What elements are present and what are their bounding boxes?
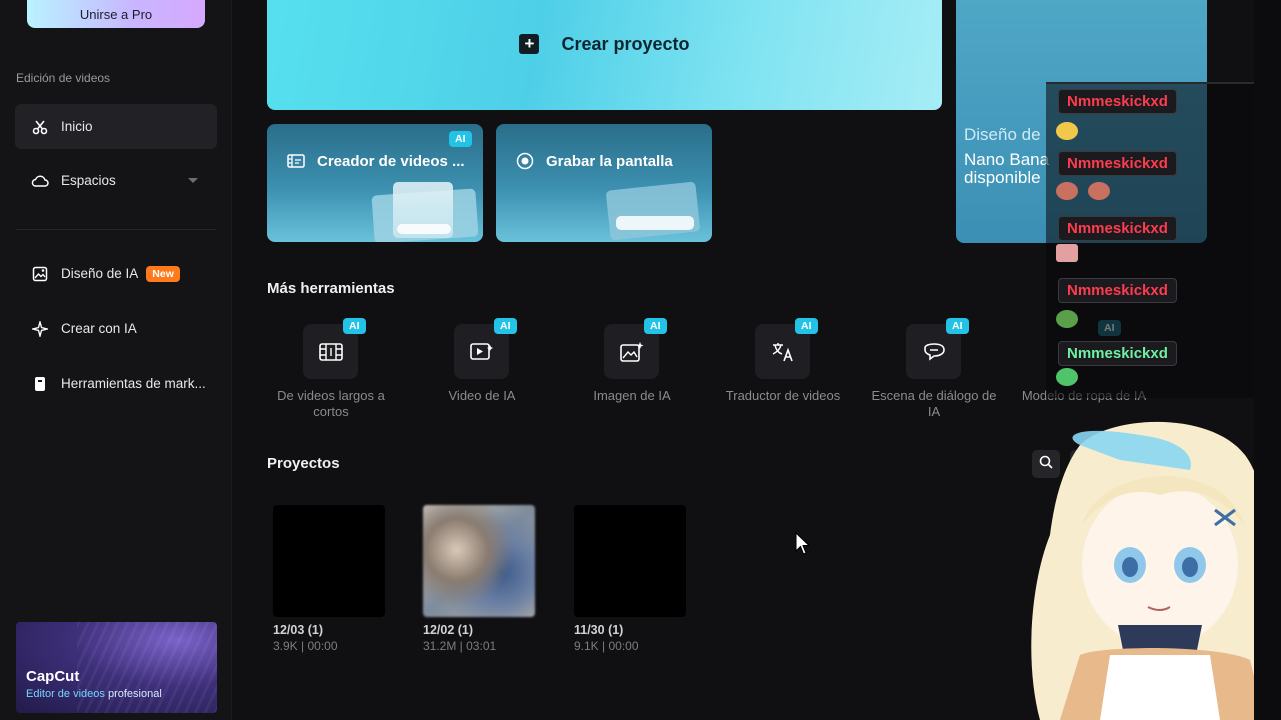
chat-divider — [1046, 82, 1254, 84]
chat-username: Nmmeskickxd — [1058, 89, 1177, 114]
ai-badge: AI — [946, 318, 969, 334]
project-item[interactable]: 12/03 (1) 3.9K | 00:00 — [273, 505, 385, 653]
project-item[interactable]: 11/30 (1) 9.1K | 00:00 — [574, 505, 686, 653]
project-meta: 31.2M | 03:01 — [423, 639, 497, 653]
sidebar-section-label: Edición de videos — [16, 71, 111, 85]
app-root: Unirse a Pro Edición de videos Inicio Es… — [0, 0, 1281, 720]
chat-username: Nmmeskickxd — [1058, 341, 1177, 366]
sidebar-item-diseno-ia[interactable]: Diseño de IA New — [15, 251, 217, 296]
chat-message: Nmmeskickxd — [1058, 341, 1177, 366]
emote-icon — [1056, 182, 1078, 200]
sidebar-item-label: Crear con IA — [61, 321, 137, 336]
promo-subtitle: Editor de videos profesional — [26, 688, 162, 700]
project-thumbnail — [423, 505, 535, 617]
project-thumbnail — [574, 505, 686, 617]
emote-icon — [1056, 244, 1078, 262]
card-title: Creador de videos ... — [287, 152, 465, 170]
film-text-icon — [287, 152, 305, 170]
tool-label: Escena de diálogo de IA — [871, 388, 997, 419]
project-name: 11/30 (1) — [574, 623, 624, 637]
chat-username: Nmmeskickxd — [1058, 216, 1177, 241]
image-edit-icon — [31, 265, 49, 283]
promo-title: CapCut — [26, 668, 80, 685]
card-preview-back — [605, 181, 701, 241]
card-preview-bar — [397, 224, 451, 234]
scissors-icon — [31, 118, 49, 136]
mouse-cursor-icon — [795, 531, 811, 561]
project-meta: 9.1K | 00:00 — [574, 639, 639, 653]
more-tools-title: Más herramientas — [267, 280, 395, 297]
card-title: Grabar la pantalla — [516, 152, 673, 170]
record-icon — [516, 152, 534, 170]
sidebar-item-inicio[interactable]: Inicio — [15, 104, 217, 149]
project-item[interactable]: 12/02 (1) 31.2M | 03:01 — [423, 505, 535, 653]
panel-subtitle: Nano Bana disponible — [964, 150, 1050, 187]
join-pro-button[interactable]: Unirse a Pro — [27, 0, 205, 28]
project-meta: 3.9K | 00:00 — [273, 639, 338, 653]
create-project-button[interactable]: + Crear proyecto — [267, 0, 942, 110]
ai-badge: AI — [494, 318, 517, 334]
sidebar-item-label: Herramientas de mark... — [61, 376, 206, 391]
project-name: 12/02 (1) — [423, 623, 474, 637]
ai-badge: AI — [644, 318, 667, 334]
project-name: 12/03 (1) — [273, 623, 324, 637]
plus-icon: + — [519, 34, 540, 54]
sidebar: Unirse a Pro Edición de videos Inicio Es… — [0, 0, 232, 720]
tool-label: De videos largos a cortos — [277, 388, 385, 419]
chevron-down-icon[interactable] — [187, 173, 199, 188]
card-label: Creador de videos ... — [317, 152, 465, 170]
emote-icon — [1056, 368, 1078, 386]
sidebar-item-label: Diseño de IA — [61, 266, 139, 281]
screen-record-card[interactable]: Grabar la pantalla — [496, 124, 712, 242]
chat-message: Nmmeskickxd — [1058, 151, 1177, 176]
cloud-icon — [31, 172, 49, 190]
sidebar-item-label: Espacios — [61, 173, 116, 188]
create-project-content: + Crear proyecto — [519, 33, 690, 55]
sparkle-icon — [31, 320, 49, 338]
chat-username: Nmmeskickxd — [1058, 151, 1177, 176]
video-creator-card[interactable]: AI Creador de videos ... — [267, 124, 483, 242]
tool-label: Video de IA — [448, 388, 516, 403]
ai-badge: AI — [449, 131, 472, 147]
sidebar-divider — [16, 229, 216, 230]
sidebar-item-label: Inicio — [61, 119, 93, 134]
chat-username: Nmmeskickxd — [1058, 278, 1177, 303]
vtuber-avatar — [1031, 421, 1269, 720]
new-badge: New — [146, 265, 180, 282]
sidebar-item-crear-ia[interactable]: Crear con IA — [15, 306, 217, 351]
window-edge — [1254, 0, 1281, 720]
tool-label: Imagen de IA — [593, 388, 671, 403]
marketing-icon — [31, 375, 49, 393]
chat-message: Nmmeskickxd — [1058, 216, 1177, 241]
create-project-label: Crear proyecto — [561, 33, 690, 54]
sidebar-item-espacios[interactable]: Espacios — [15, 158, 217, 203]
card-label: Grabar la pantalla — [546, 152, 673, 170]
tool-label: Traductor de videos — [725, 388, 841, 403]
ai-badge: AI — [795, 318, 818, 334]
emote-icon — [1056, 122, 1078, 140]
sidebar-item-herramientas[interactable]: Herramientas de mark... — [15, 361, 217, 406]
project-thumbnail — [273, 505, 385, 617]
emote-icon — [1088, 182, 1110, 200]
chat-message: Nmmeskickxd — [1058, 89, 1177, 114]
card-preview-bar — [616, 216, 694, 230]
chat-message: Nmmeskickxd — [1058, 278, 1177, 303]
emote-icon — [1056, 310, 1078, 328]
ai-badge: AI — [343, 318, 366, 334]
projects-title: Proyectos — [267, 455, 340, 472]
panel-title: Diseño de — [964, 125, 1041, 144]
capcut-promo-banner[interactable]: CapCut Editor de videos profesional — [16, 622, 217, 713]
